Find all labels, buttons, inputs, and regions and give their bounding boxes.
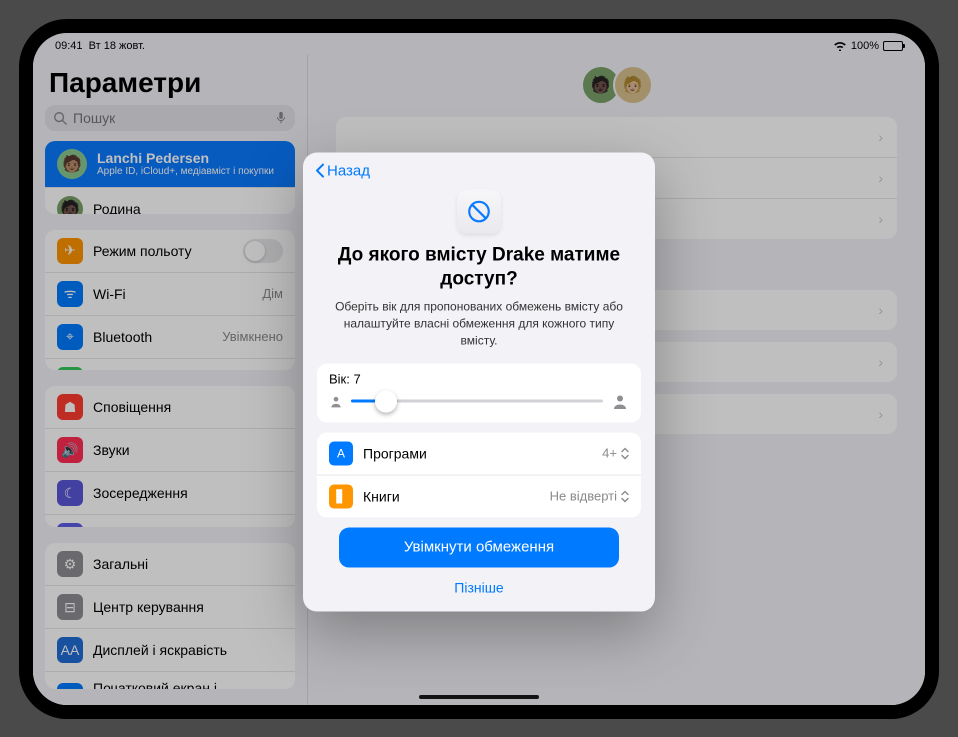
slider-thumb[interactable] xyxy=(375,390,397,412)
chevron-left-icon xyxy=(315,163,325,179)
age-label: Вік: 7 xyxy=(329,371,629,386)
home-indicator[interactable] xyxy=(419,695,539,699)
screen: 09:41 Вт 18 жовт. 100% Параметри 🧑 xyxy=(33,33,925,705)
person-small-icon xyxy=(329,394,343,408)
enable-restrictions-button[interactable]: Увімкнути обмеження xyxy=(339,527,619,567)
content-type-icon: ▋ xyxy=(329,484,353,508)
content-type-value[interactable]: Не відверті xyxy=(550,489,629,504)
restrictions-icon xyxy=(457,189,501,233)
age-slider[interactable] xyxy=(351,390,603,412)
modal-title: До якого вмісту Drake матиме доступ? xyxy=(303,243,655,299)
age-slider-row: Вік: 7 xyxy=(317,363,641,422)
back-button[interactable]: Назад xyxy=(315,162,370,179)
device-frame: 09:41 Вт 18 жовт. 100% Параметри 🧑 xyxy=(19,19,939,719)
content-type-row[interactable]: A Програми 4+ xyxy=(317,432,641,474)
content-restrictions-modal: Назад До якого вмісту Drake матиме досту… xyxy=(303,152,655,611)
person-large-icon xyxy=(611,392,629,410)
modal-description: Оберіть вік для пропонованих обмежень вм… xyxy=(303,299,655,363)
content-type-icon: A xyxy=(329,441,353,465)
later-button[interactable]: Пізніше xyxy=(303,567,655,595)
content-type-row[interactable]: ▋ Книги Не відверті xyxy=(317,474,641,517)
content-type-value[interactable]: 4+ xyxy=(602,446,629,461)
content-type-label: Програми xyxy=(363,445,427,461)
content-type-label: Книги xyxy=(363,488,400,504)
